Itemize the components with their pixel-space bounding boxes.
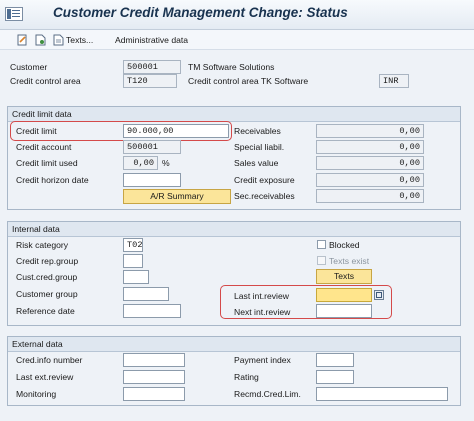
- credit-limit-field[interactable]: 90.000,00: [123, 124, 229, 138]
- ar-summary-button[interactable]: A/R Summary: [123, 189, 231, 204]
- risk-category-label: Risk category: [16, 240, 69, 250]
- title-bar: Customer Credit Management Change: Statu…: [0, 0, 474, 30]
- payment-index-field[interactable]: [316, 353, 354, 367]
- credit-account-label: Credit account: [16, 142, 72, 152]
- credit-rep-group-field[interactable]: [123, 254, 143, 268]
- recmd-cred-lim-label: Recmd.Cred.Lim.: [234, 389, 301, 399]
- credit-exposure-field[interactable]: 0,00: [316, 173, 424, 187]
- last-int-review-label: Last int.review: [234, 291, 289, 301]
- last-int-review-field[interactable]: [316, 288, 372, 302]
- texts-button[interactable]: Texts: [316, 269, 372, 284]
- cust-cred-group-label: Cust.cred.group: [16, 272, 78, 282]
- cust-cred-group-field[interactable]: [123, 270, 149, 284]
- texts-exist-checkbox: [317, 256, 326, 265]
- recmd-cred-lim-field[interactable]: [316, 387, 448, 401]
- calendar-help-icon[interactable]: [374, 290, 384, 300]
- monitoring-label: Monitoring: [16, 389, 57, 399]
- special-liabil-field[interactable]: 0,00: [316, 140, 424, 154]
- reference-date-label: Reference date: [16, 306, 75, 316]
- administrative-data-button[interactable]: Administrative data: [115, 35, 188, 45]
- texts-toolbar-label[interactable]: Texts...: [66, 35, 93, 45]
- rating-field[interactable]: [316, 370, 354, 384]
- currency-field[interactable]: INR: [379, 74, 409, 88]
- credit-control-area-label: Credit control area: [10, 76, 81, 86]
- credit-control-area-description: Credit control area TK Software: [188, 76, 309, 86]
- credit-limit-data-header: Credit limit data: [8, 107, 460, 122]
- credit-horizon-date-label: Credit horizon date: [16, 175, 89, 185]
- credit-limit-label: Credit limit: [16, 126, 57, 136]
- credit-rep-group-label: Credit rep.group: [16, 256, 79, 266]
- receivables-label: Receivables: [234, 126, 281, 136]
- other-customer-icon[interactable]: [35, 34, 46, 46]
- credit-limit-used-field[interactable]: 0,00: [123, 156, 158, 170]
- credit-exposure-label: Credit exposure: [234, 175, 295, 185]
- risk-category-field[interactable]: T02: [123, 238, 143, 252]
- reference-date-field[interactable]: [123, 304, 181, 318]
- customer-field[interactable]: 500001: [123, 60, 181, 74]
- next-int-review-label: Next int.review: [234, 307, 291, 317]
- monitoring-field[interactable]: [123, 387, 185, 401]
- sec-receivables-field[interactable]: 0,00: [316, 189, 424, 203]
- menu-icon[interactable]: [5, 7, 23, 21]
- last-ext-review-field[interactable]: [123, 370, 185, 384]
- payment-index-label: Payment index: [234, 355, 291, 365]
- window-title: Customer Credit Management Change: Statu…: [53, 5, 348, 20]
- credit-limit-used-label: Credit limit used: [16, 158, 78, 168]
- percent-sign: %: [162, 158, 170, 168]
- cred-info-number-label: Cred.info number: [16, 355, 83, 365]
- sec-receivables-label: Sec.receivables: [234, 191, 295, 201]
- cred-info-number-field[interactable]: [123, 353, 185, 367]
- credit-account-field[interactable]: 500001: [123, 140, 181, 154]
- sales-value-label: Sales value: [234, 158, 279, 168]
- rating-label: Rating: [234, 372, 259, 382]
- texts-exist-label: Texts exist: [329, 256, 370, 266]
- blocked-label: Blocked: [329, 240, 360, 250]
- next-int-review-field[interactable]: [316, 304, 372, 318]
- blocked-checkbox[interactable]: [317, 240, 326, 249]
- receivables-field[interactable]: 0,00: [316, 124, 424, 138]
- customer-name: TM Software Solutions: [188, 62, 275, 72]
- internal-data-header: Internal data: [8, 222, 460, 237]
- customer-group-label: Customer group: [16, 289, 78, 299]
- texts-icon[interactable]: [53, 34, 64, 46]
- last-ext-review-label: Last ext.review: [16, 372, 74, 382]
- display-change-icon[interactable]: [17, 34, 28, 46]
- customer-group-field[interactable]: [123, 287, 169, 301]
- credit-control-area-field[interactable]: T120: [123, 74, 177, 88]
- sales-value-field[interactable]: 0,00: [316, 156, 424, 170]
- external-data-header: External data: [8, 337, 460, 352]
- special-liabil-label: Special liabil.: [234, 142, 285, 152]
- application-toolbar: Texts... Administrative data: [0, 30, 474, 50]
- credit-horizon-date-field[interactable]: [123, 173, 181, 187]
- customer-label: Customer: [10, 62, 48, 72]
